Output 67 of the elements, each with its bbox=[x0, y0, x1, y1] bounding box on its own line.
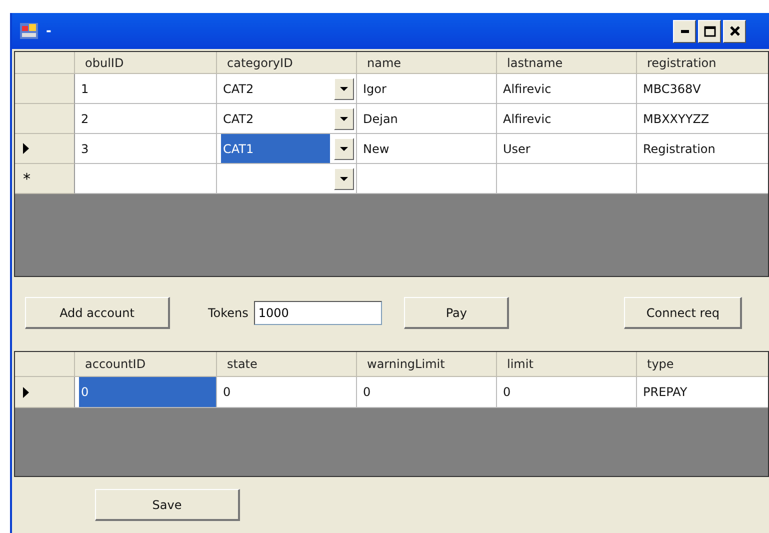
caret-icon bbox=[340, 176, 348, 180]
column-header[interactable]: limit bbox=[497, 352, 637, 377]
app-icon bbox=[20, 23, 38, 39]
grid-corner bbox=[15, 52, 75, 74]
table-cell[interactable]: MBC368V bbox=[637, 74, 768, 104]
table-cell[interactable]: Igor bbox=[357, 74, 497, 104]
table-cell[interactable]: 0 bbox=[75, 377, 217, 408]
table-cell[interactable]: PREPAY bbox=[637, 377, 768, 408]
new-row-marker: * bbox=[23, 170, 30, 188]
table-cell[interactable]: MBXXYYZZ bbox=[637, 104, 768, 134]
row-header[interactable] bbox=[15, 134, 75, 164]
table-cell[interactable]: 0 bbox=[217, 377, 357, 408]
tokens-label: Tokens bbox=[208, 306, 248, 320]
row-header[interactable] bbox=[15, 104, 75, 134]
row-header[interactable]: * bbox=[15, 164, 75, 194]
maximize-button[interactable] bbox=[698, 20, 721, 42]
table-cell[interactable] bbox=[637, 164, 768, 194]
minimize-button[interactable] bbox=[673, 20, 696, 42]
column-header[interactable]: categoryID bbox=[217, 52, 357, 74]
table-cell[interactable] bbox=[357, 164, 497, 194]
grid-corner bbox=[15, 352, 75, 377]
table-cell[interactable]: 0 bbox=[357, 377, 497, 408]
table-cell[interactable]: 2 bbox=[75, 104, 217, 134]
connect-button[interactable]: Connect req bbox=[624, 297, 742, 329]
table-cell[interactable]: 3 bbox=[75, 134, 217, 164]
table-cell[interactable]: Alfirevic bbox=[497, 104, 637, 134]
table-cell[interactable]: Registration bbox=[637, 134, 768, 164]
table-cell[interactable]: 1 bbox=[75, 74, 217, 104]
table-cell[interactable]: CAT2 bbox=[217, 74, 357, 104]
dropdown-button[interactable] bbox=[334, 168, 354, 190]
table-cell[interactable]: CAT1 bbox=[217, 134, 357, 164]
save-button[interactable]: Save bbox=[95, 489, 240, 521]
caret-icon bbox=[340, 116, 348, 120]
column-header[interactable]: lastname bbox=[497, 52, 637, 74]
table-cell[interactable]: Alfirevic bbox=[497, 74, 637, 104]
column-header[interactable]: state bbox=[217, 352, 357, 377]
column-header[interactable]: registration bbox=[637, 52, 768, 74]
column-header[interactable]: accountID bbox=[75, 352, 217, 377]
pay-button[interactable]: Pay bbox=[404, 297, 510, 329]
column-header[interactable]: type bbox=[637, 352, 768, 377]
column-header[interactable]: name bbox=[357, 52, 497, 74]
dropdown-button[interactable] bbox=[334, 108, 354, 130]
row-header[interactable] bbox=[15, 377, 75, 408]
caret-icon bbox=[340, 146, 348, 150]
table-cell[interactable]: Dejan bbox=[357, 104, 497, 134]
tokens-field[interactable]: 1000 bbox=[254, 301, 382, 325]
table-cell[interactable] bbox=[217, 164, 357, 194]
window-title: - bbox=[46, 24, 52, 38]
column-header[interactable]: warningLimit bbox=[357, 352, 497, 377]
dropdown-button[interactable] bbox=[334, 78, 354, 100]
row-header[interactable] bbox=[15, 74, 75, 104]
table-cell[interactable] bbox=[497, 164, 637, 194]
dropdown-button[interactable] bbox=[334, 138, 354, 160]
current-row-icon bbox=[23, 386, 29, 398]
table-cell[interactable]: User bbox=[497, 134, 637, 164]
caret-icon bbox=[340, 86, 348, 90]
column-header[interactable]: obulID bbox=[75, 52, 217, 74]
close-button[interactable] bbox=[723, 20, 746, 42]
minimize-icon bbox=[680, 30, 688, 32]
current-row-icon bbox=[23, 143, 29, 154]
close-icon bbox=[730, 26, 740, 36]
add-account-button[interactable]: Add account bbox=[25, 297, 170, 329]
table-cell[interactable]: CAT2 bbox=[217, 104, 357, 134]
table-cell[interactable]: New bbox=[357, 134, 497, 164]
table-cell[interactable] bbox=[75, 164, 217, 194]
maximize-icon bbox=[704, 26, 716, 36]
table-cell[interactable]: 0 bbox=[497, 377, 637, 408]
